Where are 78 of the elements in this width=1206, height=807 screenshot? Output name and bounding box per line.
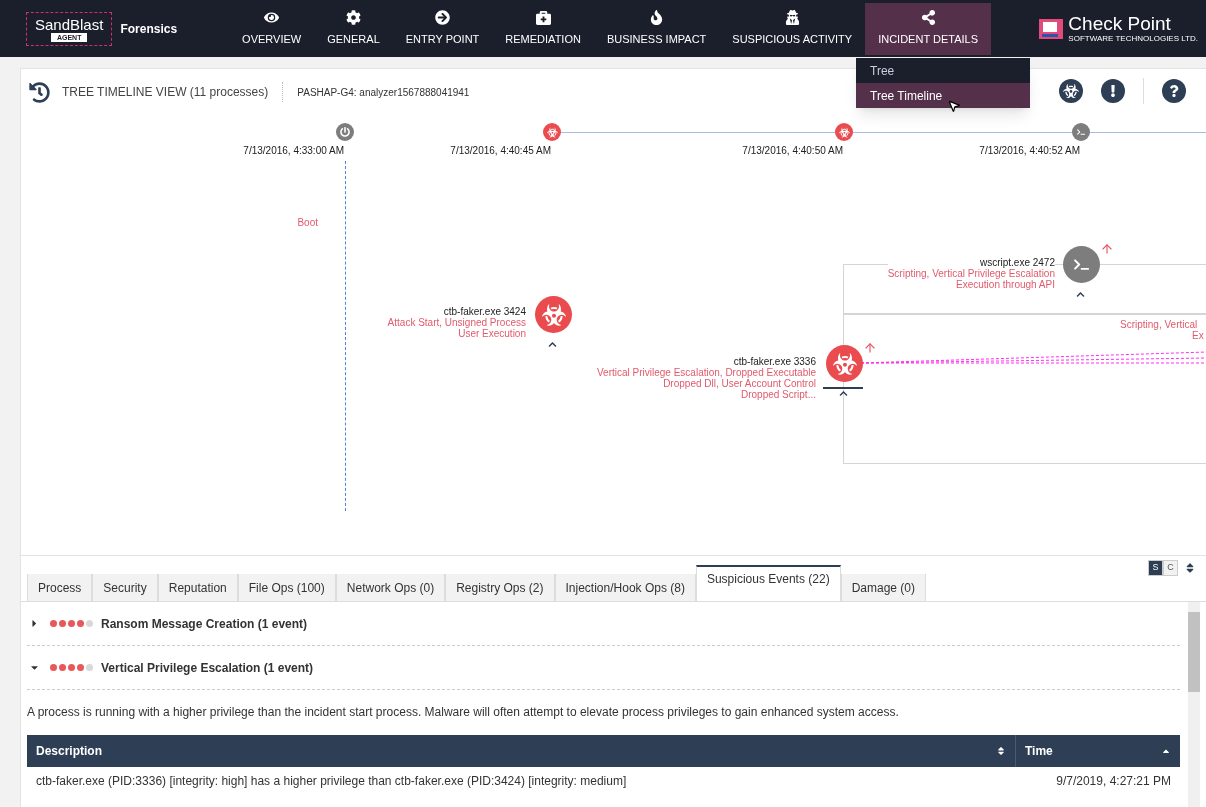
host-name: PASHAP-G4: analyzer1567888041941 [297, 85, 470, 100]
terminal-node-icon[interactable] [1063, 246, 1100, 283]
detail-tab[interactable]: Network Ops (0) [335, 574, 446, 601]
eye-icon [264, 10, 280, 26]
process-name: ctb-faker.exe 3424 [443, 306, 526, 317]
process-tags: Dropped Dll, User Account Control [663, 378, 816, 389]
biohazard-filter-button[interactable] [1059, 79, 1083, 103]
timeline-time: 7/13/2016, 4:40:50 AM [742, 144, 843, 158]
process-tags: Dropped Script... [740, 389, 816, 400]
detail-tab[interactable]: Registry Ops (2) [445, 574, 555, 601]
event-row[interactable]: Vertical Privilege Escalation (1 event) [27, 646, 1180, 690]
nav-tab[interactable]: GENERAL [314, 3, 393, 55]
detail-tab[interactable]: Process [27, 574, 93, 601]
biohazard-node-icon[interactable] [535, 296, 572, 333]
timeline-time: 7/13/2016, 4:40:52 AM [979, 144, 1080, 158]
boot-label: Boot [297, 216, 318, 230]
process-tags: Ex [1192, 330, 1204, 341]
sort-icon[interactable] [996, 746, 1006, 756]
alert-button[interactable] [1101, 79, 1125, 103]
detail-tab[interactable]: Security [92, 574, 158, 601]
process-tags: User Execution [458, 328, 526, 339]
biohazard-icon [543, 123, 561, 141]
power-icon [336, 123, 354, 141]
nav-tab[interactable]: SUSPICIOUS ACTIVITY [719, 3, 866, 55]
mode-toggle[interactable]: S [1148, 560, 1163, 576]
brand-name: SandBlast [35, 15, 104, 33]
scrollbar[interactable] [1188, 602, 1200, 807]
detail-tab[interactable]: Reputation [157, 574, 238, 601]
event-title: Vertical Privilege Escalation (1 event) [101, 659, 314, 677]
product-name: Forensics [120, 20, 178, 38]
column-header[interactable]: Description [36, 742, 102, 760]
detail-tab[interactable]: File Ops (100) [237, 574, 336, 601]
nav-tab[interactable]: OVERVIEW [229, 3, 315, 55]
detail-tab[interactable]: Suspicious Events (22) [695, 565, 841, 601]
collapse-icon[interactable] [548, 340, 557, 349]
detail-tab[interactable]: Injection/Hook Ops (8) [554, 574, 696, 601]
timeline-time: 7/13/2016, 4:40:45 AM [450, 144, 551, 158]
help-icon [1168, 85, 1180, 97]
biohazard-icon [1063, 83, 1079, 99]
collapse-icon[interactable] [839, 389, 848, 398]
table-cell-text: 9/7/2019, 4:27:21 PM [1055, 773, 1172, 790]
process-tags: Vertical Privilege Escalation, Dropped Executable [597, 367, 816, 378]
medical-case-icon [535, 10, 551, 26]
history-icon [29, 81, 50, 103]
timeline-time: 7/13/2016, 4:33:00 AM [243, 144, 344, 158]
nav-tab[interactable]: INCIDENT DETAILS [865, 3, 991, 55]
event-title: Ransom Message Creation (1 event) [101, 615, 308, 633]
column-header[interactable]: Time [1025, 742, 1053, 760]
biohazard-icon [835, 123, 853, 141]
sort-icon[interactable] [1184, 562, 1196, 574]
menu-item[interactable]: Tree [856, 58, 1030, 83]
nav-tab[interactable]: REMEDIATION [492, 3, 594, 55]
process-name: wscript.exe 2472 [979, 257, 1055, 268]
biohazard-node-icon[interactable] [826, 345, 863, 382]
view-title: TREE TIMELINE VIEW (11 processes) [62, 84, 269, 101]
vendor-name: Check Point [1068, 14, 1172, 34]
share-icon [920, 10, 936, 26]
terminal-icon [1072, 123, 1090, 141]
event-row[interactable]: Ransom Message Creation (1 event) [27, 602, 1180, 646]
process-tags: Attack Start, Unsigned Process [387, 317, 526, 328]
mode-toggle[interactable]: C [1163, 560, 1178, 576]
nav-tab[interactable]: ENTRY POINT [392, 3, 493, 55]
process-tags: Scripting, Vertical Privilege Escalation [887, 268, 1055, 279]
detail-tab[interactable]: Damage (0) [840, 574, 926, 601]
event-description: A process is running with a higher privilege than the incident start process. Malware will often attempt to elevate process privileges to gain enhanced system access. [27, 704, 900, 721]
process-tags: Execution through API [956, 279, 1055, 290]
vendor-tagline: SOFTWARE TECHNOLOGIES LTD. [1068, 34, 1198, 43]
table-cell-text: ctb-faker.exe (PID:3336) [integrity: high] has a higher privilege than ctb-faker.exe (PID:3424) [integrity: medium] [35, 773, 628, 790]
process-tags: Scripting, Vertical [1120, 319, 1198, 330]
process-name: ctb-faker.exe 3336 [733, 356, 816, 367]
flame-icon [649, 10, 665, 26]
spy-icon [784, 10, 800, 26]
collapse-icon[interactable] [1076, 290, 1085, 299]
help-button[interactable] [1162, 79, 1186, 103]
menu-item[interactable]: Tree Timeline [856, 83, 1030, 108]
gear-icon [345, 10, 361, 26]
nav-tab[interactable]: BUSINESS IMPACT [593, 3, 720, 55]
cursor-icon [947, 99, 961, 113]
